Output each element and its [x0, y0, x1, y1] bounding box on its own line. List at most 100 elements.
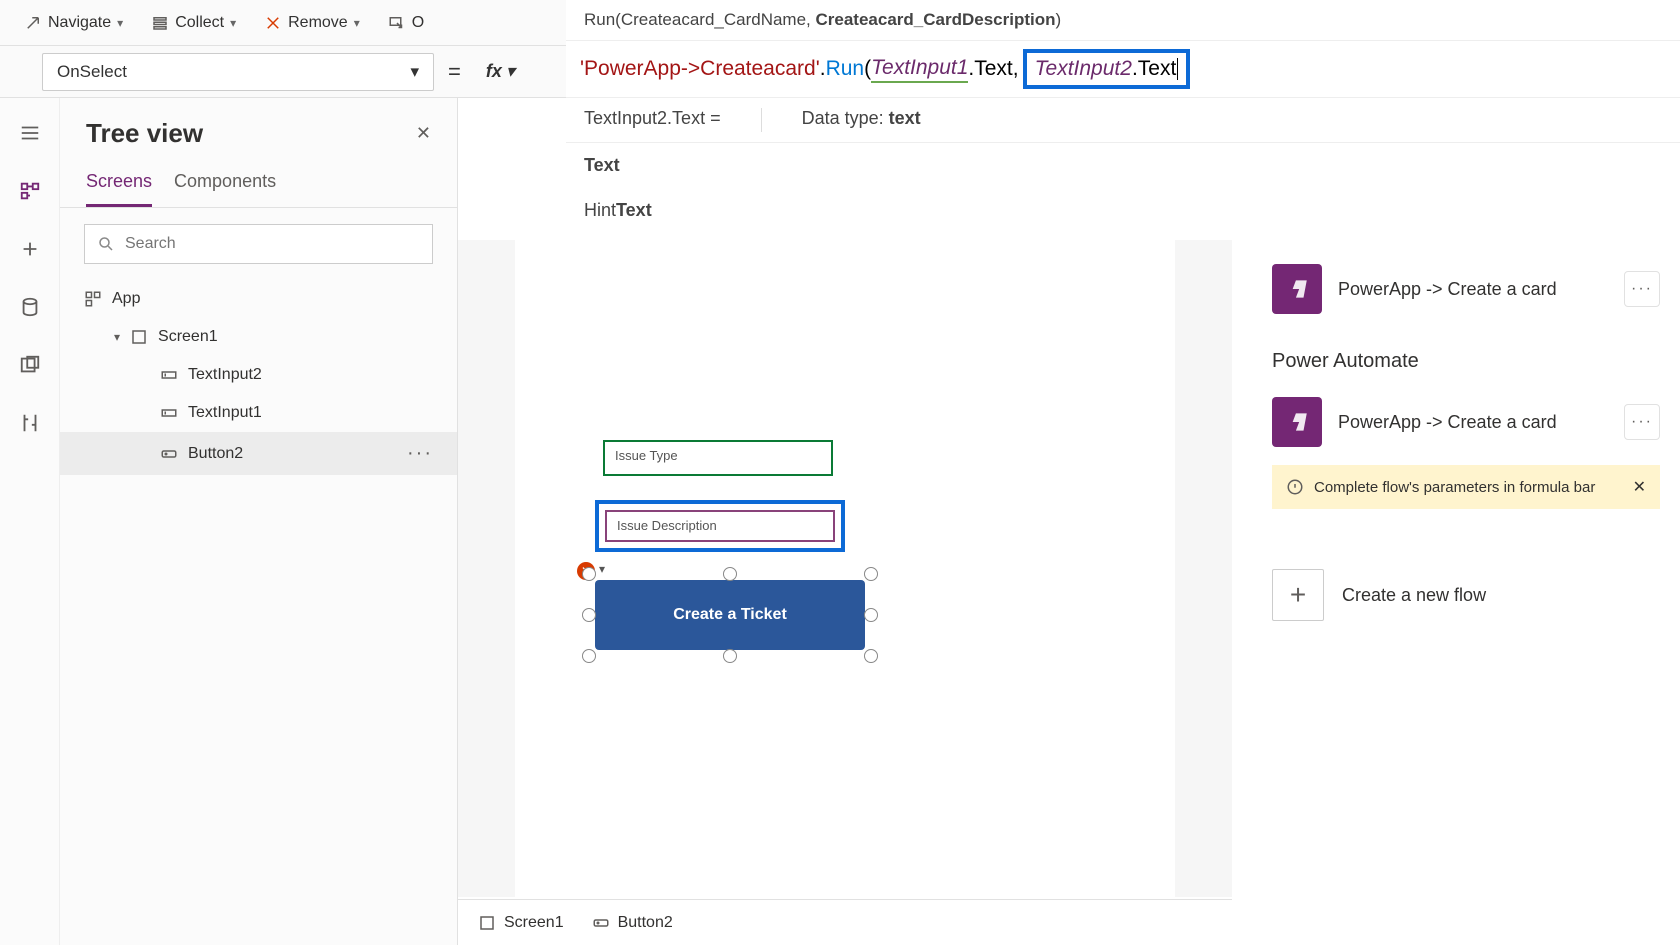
info-icon: [1286, 478, 1304, 496]
warning-bar: Complete flow's parameters in formula ba…: [1272, 465, 1660, 509]
tree-view-icon[interactable]: [19, 180, 41, 202]
navigate-arrow-icon: [24, 14, 42, 32]
flow-name-available: PowerApp -> Create a card: [1338, 412, 1608, 433]
collect-list-icon: [151, 14, 169, 32]
search-icon: [97, 235, 115, 253]
remove-button[interactable]: Remove ▾: [250, 6, 374, 40]
warning-close-icon[interactable]: ✕: [1633, 477, 1646, 497]
breadcrumb-screen-label: Screen1: [504, 914, 564, 932]
resize-handle[interactable]: [723, 567, 737, 581]
media-icon[interactable]: [19, 354, 41, 376]
tree-item-button2[interactable]: Button2 ···: [60, 432, 457, 475]
flow-icon: [1272, 397, 1322, 447]
create-new-flow-label: Create a new flow: [1342, 585, 1486, 606]
resize-handle[interactable]: [582, 608, 596, 622]
breadcrumb-bar: Screen1 Button2: [458, 899, 1232, 945]
left-rail: [0, 98, 60, 945]
autocomplete-item-text[interactable]: Text: [566, 143, 1680, 188]
flow-card-selected[interactable]: PowerApp -> Create a card ···: [1272, 256, 1660, 322]
code-ref-textinput1: TextInput1: [871, 56, 968, 83]
textinput-icon: [160, 366, 178, 384]
remove-x-icon: [264, 14, 282, 32]
tab-screens[interactable]: Screens: [86, 163, 152, 207]
flow-card-available[interactable]: PowerApp -> Create a card ···: [1272, 389, 1660, 455]
tree-tabs: Screens Components: [60, 163, 457, 208]
chevron-down-icon: ▾: [506, 61, 515, 82]
tree-label-button2: Button2: [188, 445, 243, 463]
autocomplete-list: Text HintText: [566, 142, 1680, 233]
resize-handle[interactable]: [864, 567, 878, 581]
screen-icon: [478, 914, 496, 932]
tree-label-app: App: [112, 290, 140, 308]
resize-handle[interactable]: [582, 567, 596, 581]
data-icon[interactable]: [19, 296, 41, 318]
tab-components[interactable]: Components: [174, 163, 276, 207]
canvas-screen[interactable]: Issue Type Issue Description ✕ ▾ Create …: [515, 240, 1175, 897]
tree-label-textinput2: TextInput2: [188, 366, 262, 384]
code-flow-name: 'PowerApp->Createacard': [580, 57, 820, 81]
code-text2: .Text: [1132, 57, 1176, 81]
tree-item-screen1[interactable]: ▾ Screen1: [60, 318, 457, 356]
tree-item-textinput2[interactable]: TextInput2: [60, 356, 457, 394]
property-selector-value: OnSelect: [57, 62, 127, 82]
tree-item-app[interactable]: App: [60, 280, 457, 318]
code-ref-textinput2: TextInput2: [1035, 57, 1132, 81]
tools-icon[interactable]: [19, 412, 41, 434]
formula-info-row: TextInput2.Text = Data type: text: [566, 97, 1680, 142]
resize-handle[interactable]: [864, 608, 878, 622]
formula-result-label: TextInput2.Text =: [584, 108, 721, 132]
app-icon: [84, 290, 102, 308]
canvas-textinput2[interactable]: Issue Description: [605, 510, 835, 542]
formula-input[interactable]: 'PowerApp->Createacard'.Run(TextInput1.T…: [566, 40, 1680, 97]
tree-view-panel: Tree view ✕ Screens Components App ▾ Scr…: [60, 98, 458, 945]
collect-button[interactable]: Collect ▾: [137, 6, 250, 40]
resize-handle[interactable]: [723, 649, 737, 663]
design-canvas: Issue Type Issue Description ✕ ▾ Create …: [458, 240, 1232, 897]
tree-search-box[interactable]: [84, 224, 433, 264]
create-new-flow-button[interactable]: + Create a new flow: [1272, 569, 1660, 621]
chevron-down-icon: ▾: [117, 16, 123, 30]
right-panel: PowerApp -> Create a card ··· Power Auto…: [1252, 240, 1680, 945]
autocomplete-item-hinttext[interactable]: HintText: [566, 188, 1680, 233]
formula-bar-overlay: Run(Createacard_CardName, Createacard_Ca…: [566, 0, 1680, 233]
signature-hint: Run(Createacard_CardName, Createacard_Ca…: [566, 0, 1680, 40]
chevron-down-icon: ▾: [410, 62, 419, 82]
canvas-textinput1[interactable]: Issue Type: [603, 440, 833, 476]
selection-handles: [589, 574, 871, 656]
canvas-button-selection: ✕ ▾ Create a Ticket: [595, 580, 865, 650]
on-action-button[interactable]: O: [374, 6, 438, 40]
resize-handle[interactable]: [582, 649, 596, 663]
close-icon[interactable]: ✕: [416, 123, 431, 144]
code-comma: ,: [1013, 57, 1019, 81]
plus-icon: +: [1272, 569, 1324, 621]
flow-more-button[interactable]: ···: [1624, 404, 1660, 440]
navigate-label: Navigate: [48, 14, 111, 32]
flow-icon: [1272, 264, 1322, 314]
flow-name-selected: PowerApp -> Create a card: [1338, 279, 1608, 300]
flow-more-button[interactable]: ···: [1624, 271, 1660, 307]
fx-button[interactable]: fx ▾: [475, 54, 526, 89]
highlighted-param-box: TextInput2.Text: [1023, 49, 1191, 89]
more-options-icon[interactable]: ···: [407, 442, 433, 465]
code-text1: .Text: [968, 57, 1012, 81]
breadcrumb-screen[interactable]: Screen1: [478, 914, 564, 932]
button-icon: [160, 445, 178, 463]
fx-icon: fx: [486, 61, 502, 82]
data-type-label: Data type: text: [802, 108, 921, 132]
search-input[interactable]: [125, 235, 420, 253]
cursor-action-icon: [388, 14, 406, 32]
insert-icon[interactable]: [19, 238, 41, 260]
button-icon: [592, 914, 610, 932]
hamburger-icon[interactable]: [19, 122, 41, 144]
navigate-button[interactable]: Navigate ▾: [10, 6, 137, 40]
chevron-down-icon: ▾: [354, 16, 360, 30]
power-automate-section-title: Power Automate: [1272, 350, 1660, 373]
resize-handle[interactable]: [864, 649, 878, 663]
tree-item-textinput1[interactable]: TextInput1: [60, 394, 457, 432]
breadcrumb-button[interactable]: Button2: [592, 914, 673, 932]
tree-view-title: Tree view: [86, 118, 203, 149]
code-run: Run: [826, 57, 865, 81]
breadcrumb-button-label: Button2: [618, 914, 673, 932]
property-selector[interactable]: OnSelect ▾: [42, 53, 434, 91]
chevron-down-icon: ▾: [114, 330, 120, 344]
